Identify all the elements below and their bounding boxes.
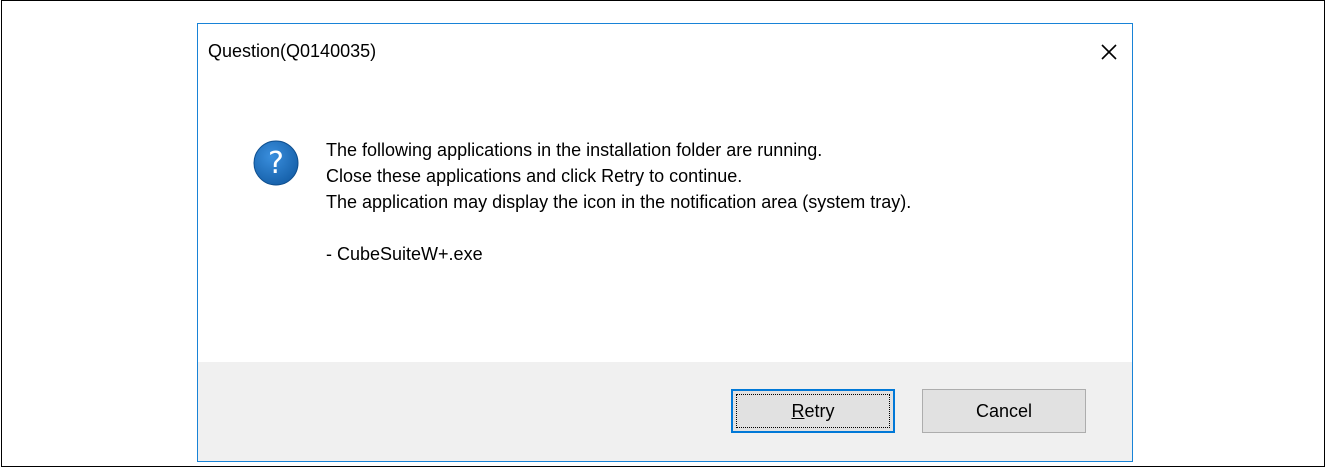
question-dialog: Question(Q0140035) ? The following appli… [197, 23, 1133, 462]
button-bar: Retry Cancel [198, 362, 1132, 461]
question-glyph: ? [268, 146, 284, 181]
close-icon [1101, 44, 1117, 60]
focus-rectangle [736, 394, 890, 428]
screenshot-frame: Question(Q0140035) ? The following appli… [1, 0, 1325, 467]
message-line-1: The following applications in the instal… [326, 140, 823, 160]
message-line-2: Close these applications and click Retry… [326, 166, 743, 186]
message-line-3: The application may display the icon in … [326, 192, 912, 212]
close-button[interactable] [1086, 24, 1132, 80]
dialog-content: ? The following applications in the inst… [198, 80, 1132, 362]
message-text: The following applications in the instal… [326, 137, 1046, 267]
question-icon: ? [253, 140, 299, 186]
cancel-button[interactable]: Cancel [922, 389, 1086, 433]
retry-button[interactable]: Retry [731, 389, 895, 433]
cancel-label: Cancel [975, 400, 1033, 421]
application-item: - CubeSuiteW+.exe [326, 244, 483, 264]
title-bar: Question(Q0140035) [198, 24, 1132, 80]
dialog-title: Question(Q0140035) [208, 41, 377, 61]
message-spacer [326, 215, 1046, 241]
